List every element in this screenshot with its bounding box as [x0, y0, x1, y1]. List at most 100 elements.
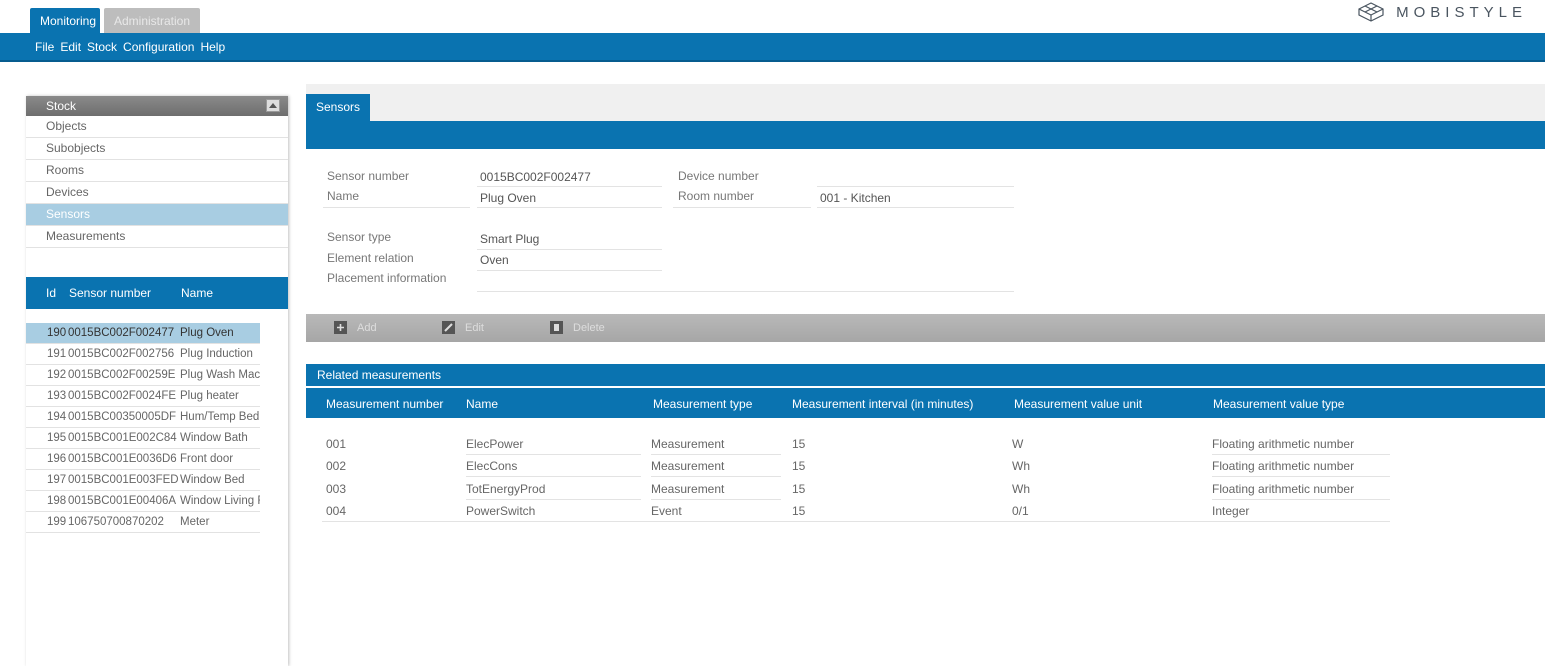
- sensor-name: Front door: [180, 453, 234, 465]
- col-measurement-name[interactable]: Name: [466, 397, 498, 411]
- col-measurement-number[interactable]: Measurement number: [326, 397, 443, 411]
- menu-edit[interactable]: Edit: [60, 40, 81, 54]
- detail-header-bar: [306, 121, 1545, 149]
- menu-stock[interactable]: Stock: [87, 40, 117, 54]
- sensor-id: 197: [47, 474, 67, 486]
- stock-header: Stock: [26, 96, 288, 116]
- col-sensor-number[interactable]: Sensor number: [69, 277, 151, 309]
- col-id[interactable]: Id: [46, 277, 56, 309]
- add-label: Add: [357, 321, 377, 334]
- nav-item-measurements[interactable]: Measurements: [26, 226, 288, 248]
- sensor-id: 198: [47, 495, 67, 507]
- sensor-name: Hum/Temp Bed: [180, 411, 260, 423]
- label-name: Name: [327, 189, 360, 203]
- label-room-number: Room number: [678, 189, 755, 203]
- sensor-id: 190: [47, 327, 67, 339]
- nav-item-devices[interactable]: Devices: [26, 182, 288, 204]
- delete-label: Delete: [573, 321, 605, 334]
- cell-unit: Wh: [1012, 459, 1030, 473]
- add-button[interactable]: Add: [334, 321, 377, 334]
- col-name[interactable]: Name: [181, 277, 213, 309]
- sensor-name: Meter: [180, 516, 210, 528]
- sensor-id: 192: [47, 369, 67, 381]
- sensor-row[interactable]: 191 0015BC002F002756 Plug Induction: [26, 344, 260, 365]
- sensor-list-header: Id Sensor number Name: [26, 277, 288, 309]
- cell-value-type: Floating arithmetic number: [1212, 437, 1355, 451]
- cell-type: Event: [651, 504, 682, 518]
- label-placement-information: Placement information: [327, 271, 447, 285]
- cell-number: 002: [326, 459, 347, 473]
- collapse-icon[interactable]: [266, 99, 280, 112]
- nav-item-subobjects[interactable]: Subobjects: [26, 138, 288, 160]
- cell-number: 004: [326, 504, 347, 518]
- sensor-number: 0015BC002F0024FE: [68, 390, 177, 402]
- col-measurement-value-unit[interactable]: Measurement value unit: [1014, 397, 1142, 411]
- brand-name: MOBISTYLE: [1396, 3, 1527, 21]
- cell-number: 003: [326, 482, 347, 496]
- sensor-row[interactable]: 193 0015BC002F0024FE Plug heater: [26, 386, 260, 407]
- sensor-number: 0015BC002F00259E: [68, 369, 176, 381]
- col-measurement-value-type[interactable]: Measurement value type: [1213, 397, 1344, 411]
- cell-name: ElecPower: [466, 437, 524, 451]
- sensor-id: 196: [47, 453, 67, 465]
- label-device-number: Device number: [678, 169, 759, 183]
- nav-item-objects[interactable]: Objects: [26, 116, 288, 138]
- sensor-name: Window Bath: [180, 432, 248, 444]
- col-measurement-type[interactable]: Measurement type: [653, 397, 752, 411]
- cell-interval: 15: [792, 459, 806, 473]
- nav-item-sensors[interactable]: Sensors: [26, 204, 288, 226]
- sensor-row[interactable]: 196 0015BC001E0036D6 Front door: [26, 449, 260, 470]
- sensor-number: 0015BC001E0036D6: [68, 453, 177, 465]
- cell-unit: W: [1012, 437, 1024, 451]
- sensor-number-field[interactable]: 0015BC002F002477: [480, 170, 591, 184]
- left-panel: Stock Objects Subobjects Rooms Devices S…: [26, 96, 288, 666]
- measurements-table-header: Measurement number Name Measurement type…: [306, 388, 1545, 418]
- sensor-id: 194: [47, 411, 67, 423]
- sensor-row[interactable]: 199 106750700870202 Meter: [26, 512, 260, 533]
- cell-value-type: Floating arithmetic number: [1212, 482, 1355, 496]
- sensor-id: 199: [47, 516, 67, 528]
- cell-number: 001: [326, 437, 347, 451]
- room-number-field[interactable]: 001 - Kitchen: [820, 191, 891, 205]
- cell-name: TotEnergyProd: [466, 482, 546, 496]
- cell-type: Measurement: [651, 482, 725, 496]
- name-field[interactable]: Plug Oven: [480, 191, 536, 205]
- sensor-name: Plug Induction: [180, 348, 253, 360]
- edit-button[interactable]: Edit: [442, 321, 484, 334]
- element-relation-field[interactable]: Oven: [480, 253, 509, 267]
- delete-button[interactable]: Delete: [550, 321, 605, 334]
- label-element-relation: Element relation: [327, 251, 414, 265]
- stock-title: Stock: [46, 99, 77, 113]
- tab-monitoring[interactable]: Monitoring: [30, 8, 100, 34]
- menu-file[interactable]: File: [35, 40, 54, 54]
- menu-configuration[interactable]: Configuration: [123, 40, 194, 54]
- sensor-row[interactable]: 197 0015BC001E003FED Window Bed: [26, 470, 260, 491]
- tab-administration[interactable]: Administration: [104, 8, 200, 34]
- cell-unit: 0/1: [1012, 504, 1029, 518]
- sensor-type-field[interactable]: Smart Plug: [480, 232, 539, 246]
- nav-item-rooms[interactable]: Rooms: [26, 160, 288, 182]
- label-sensor-number: Sensor number: [327, 169, 410, 183]
- tab-sensors[interactable]: Sensors: [306, 94, 370, 121]
- edit-icon: [442, 321, 455, 334]
- sensor-id: 193: [47, 390, 67, 402]
- brand: MOBISTYLE: [1356, 0, 1527, 24]
- sensor-number: 0015BC001E003FED: [68, 474, 179, 486]
- sensor-list: 190 0015BC002F002477 Plug Oven 191 0015BC00…: [26, 323, 288, 533]
- cell-interval: 15: [792, 504, 806, 518]
- label-sensor-type: Sensor type: [327, 230, 392, 244]
- sensor-row[interactable]: 198 0015BC001E00406A Window Living F: [26, 491, 260, 512]
- sensor-row[interactable]: 194 0015BC00350005DF Hum/Temp Bed: [26, 407, 260, 428]
- sensor-row[interactable]: 192 0015BC002F00259E Plug Wash Mac: [26, 365, 260, 386]
- col-measurement-interval[interactable]: Measurement interval (in minutes): [792, 397, 973, 411]
- sensor-row[interactable]: 195 0015BC001E002C84 Window Bath: [26, 428, 260, 449]
- sensor-number: 0015BC00350005DF: [68, 411, 177, 423]
- cell-value-type: Floating arithmetic number: [1212, 459, 1355, 473]
- sensor-row[interactable]: 190 0015BC002F002477 Plug Oven: [26, 323, 260, 344]
- cell-type: Measurement: [651, 459, 725, 473]
- edit-label: Edit: [465, 321, 484, 334]
- related-measurements-title: Related measurements: [306, 364, 1545, 386]
- sensor-number: 0015BC002F002477: [68, 327, 175, 339]
- menu-help[interactable]: Help: [200, 40, 225, 54]
- top-bar: Monitoring Administration MOBISTYLE: [0, 0, 1545, 34]
